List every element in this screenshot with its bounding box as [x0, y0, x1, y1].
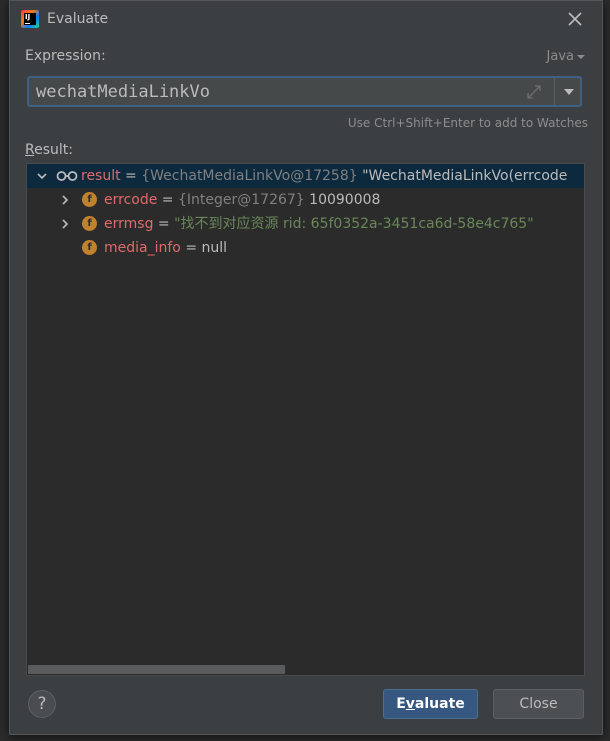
- language-selector[interactable]: Java: [547, 49, 585, 64]
- watches-hint: Use Ctrl+Shift+Enter to add to Watches: [347, 116, 588, 130]
- variable-name: media_info: [104, 240, 181, 256]
- result-tree[interactable]: result = {WechatMediaLinkVo@17258} "Wech…: [26, 163, 585, 676]
- history-dropdown-button[interactable]: [555, 78, 582, 105]
- variable-type: {WechatMediaLinkVo@17258}: [141, 168, 363, 184]
- variable-name: errmsg: [104, 216, 154, 232]
- tree-row-errcode[interactable]: f errcode = {Integer@17267} 10090008: [27, 188, 584, 212]
- expression-label: Expression:: [25, 48, 106, 64]
- expand-icon[interactable]: [525, 83, 543, 101]
- evaluate-button[interactable]: Evaluate: [383, 689, 478, 719]
- chevron-right-icon[interactable]: [59, 194, 71, 206]
- expression-combobox[interactable]: [27, 76, 582, 107]
- tree-row-result[interactable]: result = {WechatMediaLinkVo@17258} "Wech…: [27, 164, 584, 188]
- close-button[interactable]: Close: [493, 689, 584, 719]
- chevron-down-icon: [577, 54, 585, 59]
- chevron-right-icon[interactable]: [59, 218, 71, 230]
- close-icon[interactable]: [566, 10, 584, 28]
- intellij-icon: IJ: [21, 10, 39, 28]
- field-icon: f: [82, 192, 97, 207]
- title-bar: IJ Evaluate: [10, 1, 602, 37]
- variable-value: 10090008: [309, 192, 381, 208]
- variable-value: "找不到对应资源 rid: 65f0352a-3451ca6d-58e4c765…: [174, 216, 534, 232]
- field-icon: f: [82, 240, 97, 255]
- variable-name: errcode: [104, 192, 158, 208]
- horizontal-scrollbar[interactable]: [28, 665, 285, 674]
- result-label: Result:: [25, 142, 73, 158]
- glasses-icon: [56, 171, 78, 181]
- chevron-down-icon[interactable]: [36, 170, 48, 182]
- tree-row-media-info[interactable]: f media_info = null: [27, 236, 584, 260]
- variable-type: {Integer@17267}: [177, 192, 310, 208]
- tree-row-errmsg[interactable]: f errmsg = "找不到对应资源 rid: 65f0352a-3451ca…: [27, 212, 584, 236]
- evaluate-dialog: IJ Evaluate Expression: Java Use Ctrl+Sh…: [9, 0, 603, 735]
- expression-input[interactable]: [36, 82, 506, 102]
- variable-value: null: [201, 240, 228, 256]
- field-icon: f: [82, 216, 97, 231]
- variable-value: "WechatMediaLinkVo(errcode: [362, 168, 568, 184]
- variable-name: result: [81, 168, 121, 184]
- window-title: Evaluate: [47, 11, 109, 27]
- help-button[interactable]: ?: [28, 690, 56, 718]
